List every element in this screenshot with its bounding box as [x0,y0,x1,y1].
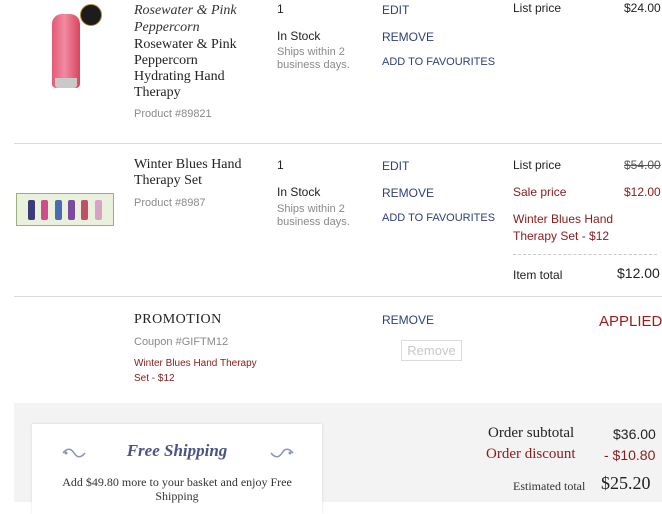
list-price-label: List price [513,1,562,15]
list-price: $54.00 [624,158,661,172]
promotion-title: PROMOTION [134,312,222,327]
product-brand-name: Rosewater & Pink Peppercorn [134,3,237,35]
estimated-total-label: Estimated total [513,479,586,493]
order-discount-label: Order discount [486,446,576,462]
badge-icon [80,4,102,26]
list-price: $24.00 [624,1,661,15]
remove-link[interactable]: REMOVE [382,30,434,44]
quantity[interactable]: 1 [277,2,284,16]
remove-link[interactable]: REMOVE [382,186,434,200]
product-number: Product #89821 [134,108,212,120]
add-to-favourites-link[interactable]: ADD TO FAVOURITES [382,56,495,68]
product-number: Product #8987 [134,197,206,209]
product-name[interactable]: Winter Blues Hand Therapy Set [134,157,259,189]
sale-price: $12.00 [624,185,661,199]
list-price-label: List price [513,158,562,172]
stock-status: In Stock [277,29,321,43]
tube-cap [55,78,77,88]
hand-cream-tube-icon [52,14,80,88]
shipping-note: Ships within 2 business days. [277,203,350,228]
divider [14,296,662,297]
order-discount: - $10.80 [604,447,656,463]
promotion-status: APPLIED [599,313,662,330]
stock-status: In Stock [277,185,321,199]
shipping-note: Ships within 2 business days. [277,46,350,71]
promotion-note: Winter Blues Hand Therapy Set - $12 [513,212,614,243]
estimated-total: $25.20 [601,473,651,493]
remove-promotion-link[interactable]: REMOVE [382,313,434,327]
divider [14,143,662,144]
item-total: $12.00 [617,265,660,281]
coupon-code: Coupon #GIFTM12 [134,336,229,348]
order-subtotal: $36.00 [613,426,656,442]
order-subtotal-label: Order subtotal [488,425,575,441]
free-shipping-message: Add $49.80 more to your basket and enjoy… [62,475,292,503]
promotion-description: Winter Blues Hand Therapy Set - $12 [134,358,257,384]
flourish-right-icon [270,448,294,458]
item-total-divider [513,254,657,255]
item-total-label: Item total [513,268,563,282]
sale-price-label: Sale price [513,185,567,199]
edit-link[interactable]: EDIT [382,159,409,173]
free-shipping-box: Free Shipping Add $49.80 more to your ba… [32,424,322,514]
edit-link[interactable]: EDIT [382,3,409,17]
add-to-favourites-link[interactable]: ADD TO FAVOURITES [382,212,495,224]
product-name[interactable]: Rosewater & Pink Peppercorn Hydrating Ha… [134,37,254,101]
quantity[interactable]: 1 [277,158,284,172]
remove-promotion-button[interactable]: Remove [401,340,462,361]
gift-set-icon[interactable] [16,193,114,226]
